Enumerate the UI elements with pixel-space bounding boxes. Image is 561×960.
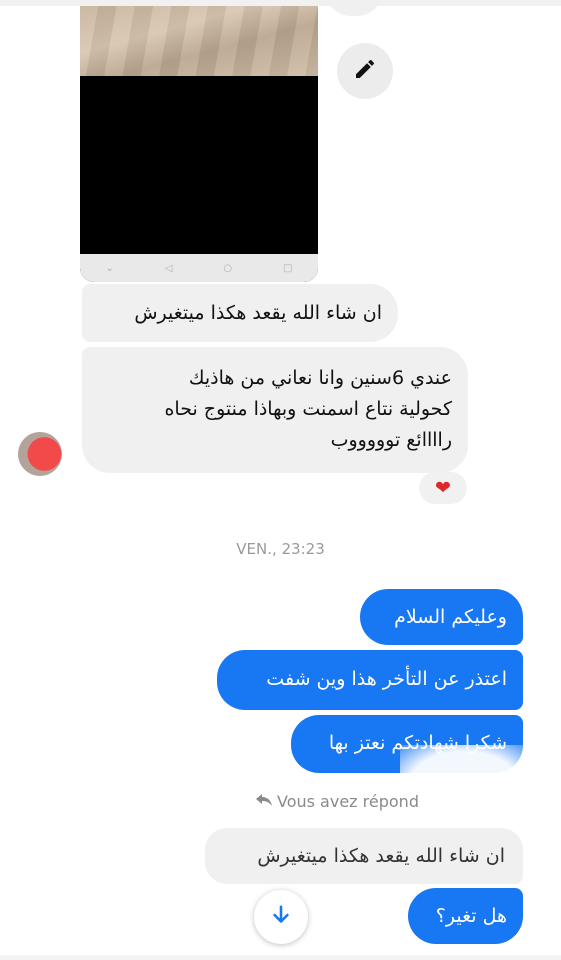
timestamp: VEN., 23:23: [236, 540, 325, 558]
nav-recent-icon: □: [283, 262, 293, 274]
bottom-edge: [0, 955, 561, 960]
reply-indicator: Vous avez répond: [255, 792, 419, 811]
pencil-icon: [353, 57, 377, 85]
nav-back-icon: ◁: [164, 262, 173, 274]
quoted-message[interactable]: ان شاء الله يقعد هكذا ميتغيرش: [205, 828, 523, 884]
nav-home-icon: ○: [223, 262, 233, 274]
image-phone-navbar: ⌄ ◁ ○ □: [80, 254, 318, 282]
arrow-down-icon: [270, 904, 292, 930]
message-line: راااائع توووووب: [330, 429, 452, 451]
image-floor-area: [80, 6, 318, 76]
shared-image-message[interactable]: ⌄ ◁ ○ □: [80, 6, 318, 282]
outgoing-message-bubble[interactable]: وعليكم السلام: [360, 589, 523, 645]
reply-arrow-icon: [255, 792, 273, 811]
outgoing-message-bubble[interactable]: هل تغير؟: [408, 888, 523, 944]
message-line: عندي 6سنين وانا نعاني من هاذيك: [188, 367, 452, 389]
heart-icon: ❤: [435, 477, 451, 499]
reply-indicator-text: Vous avez répond: [277, 792, 419, 811]
avatar[interactable]: [18, 432, 62, 476]
incoming-message-bubble[interactable]: ان شاء الله يقعد هكذا ميتغيرش: [82, 284, 398, 342]
message-line: كحولية نتاع اسمنت وبهاذا منتوج نحاه: [164, 398, 452, 420]
scroll-down-button[interactable]: [254, 890, 308, 944]
partial-button[interactable]: [325, 0, 383, 16]
edit-button[interactable]: [337, 43, 393, 99]
reaction-badge[interactable]: ❤: [419, 472, 467, 504]
outgoing-message-bubble[interactable]: اعتذر عن التأخر هذا وين شفت: [217, 650, 523, 710]
nav-down-icon: ⌄: [105, 262, 114, 274]
incoming-message-bubble[interactable]: عندي 6سنين وانا نعاني من هاذيك كحولية نت…: [82, 347, 468, 473]
